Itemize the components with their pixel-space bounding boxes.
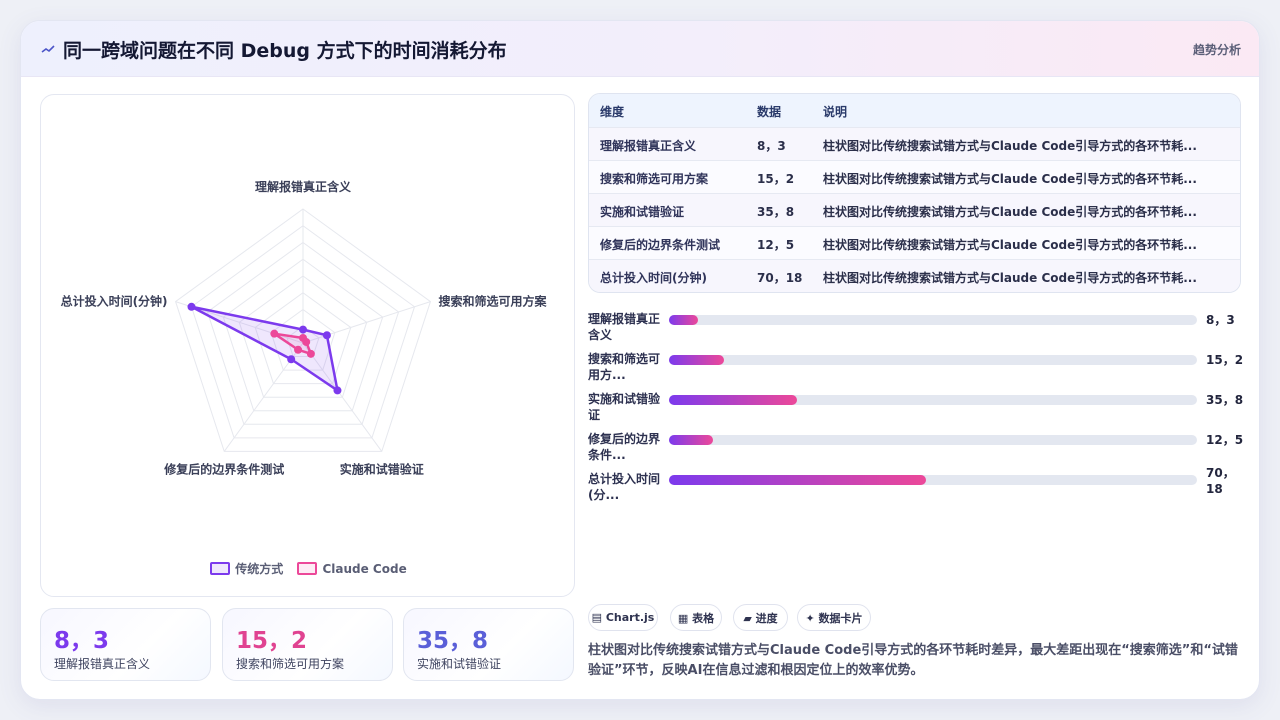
legend-label-traditional: 传统方式 — [235, 562, 284, 576]
progress-fill — [669, 315, 699, 325]
cell-dimension: 理解报错真正含义 — [600, 139, 697, 153]
legend-label-claude: Claude Code — [322, 561, 407, 576]
radar-point — [270, 329, 279, 338]
progress-track — [669, 315, 1197, 325]
radar-axis-label: 修复后的边界条件测试 — [163, 461, 284, 476]
cell-dimension: 修复后的边界条件测试 — [600, 238, 721, 252]
cell-data: 70，18 — [757, 271, 803, 285]
stat-label: 实施和试错验证 — [417, 657, 502, 671]
progress-fill — [669, 355, 724, 365]
radar-chart: 理解报错真正含义搜索和筛选可用方案实施和试错验证 修复后的边界条件测试 总计投入时间… — [61, 179, 548, 476]
tag-table[interactable]: ▦ 表格 — [670, 604, 722, 631]
col-header-note: 说明 — [823, 105, 848, 119]
dashboard-card: 同一跨域问题在不同 Debug 方式下的时间消耗分布 趋势分析 理解报错真正含义… — [20, 20, 1260, 700]
stat-label: 搜索和筛选可用方案 — [236, 657, 345, 671]
radar-point — [306, 349, 315, 358]
progress-row: 理解报错真正含义 8，3 — [588, 311, 1248, 347]
cell-data: 8，3 — [757, 139, 786, 153]
data-table: 维度 数据 说明 理解报错真正含义 8，3 柱状图对比传统搜索试错方式与Clau… — [588, 93, 1241, 293]
progress-value: 8，3 — [1206, 313, 1235, 327]
stat-card-2: 15，2 搜索和筛选可用方案 — [222, 608, 393, 681]
radar-point — [287, 355, 296, 364]
stat-label: 理解报错真正含义 — [54, 657, 151, 671]
table-row: 搜索和筛选可用方案 15，2 柱状图对比传统搜索试错方式与Claude Code… — [589, 160, 1240, 193]
stat-card-1: 8，3 理解报错真正含义 — [40, 608, 211, 681]
table-row: 修复后的边界条件测试 12，5 柱状图对比传统搜索试错方式与Claude Cod… — [589, 226, 1240, 259]
progress-fill — [669, 395, 798, 405]
cell-data: 35，8 — [757, 205, 795, 219]
progress-label: 修复后的边界条件... — [588, 432, 661, 462]
radar-point — [333, 386, 342, 395]
table-row: 实施和试错验证 35，8 柱状图对比传统搜索试错方式与Claude Code引导… — [589, 193, 1240, 226]
tag-progress[interactable]: ▰ 进度 — [733, 604, 788, 631]
progress-row: 实施和试错验证 35，8 — [588, 391, 1248, 427]
tag-data-card[interactable]: ✦ 数据卡片 — [797, 604, 871, 631]
col-header-data: 数据 — [757, 105, 782, 119]
progress-track — [669, 435, 1197, 445]
cell-note: 柱状图对比传统搜索试错方式与Claude Code引导方式的各环节耗... — [823, 271, 1197, 285]
col-header-dimension: 维度 — [600, 105, 625, 119]
cell-note: 柱状图对比传统搜索试错方式与Claude Code引导方式的各环节耗... — [823, 139, 1197, 153]
progress-row: 修复后的边界条件... 12，5 — [588, 431, 1248, 467]
cell-data: 15，2 — [757, 172, 795, 186]
header: 同一跨域问题在不同 Debug 方式下的时间消耗分布 趋势分析 — [21, 21, 1259, 77]
progress-row: 搜索和筛选可用方... 15，2 — [588, 351, 1248, 387]
radar-chart-panel: 理解报错真正含义搜索和筛选可用方案实施和试错验证 修复后的边界条件测试 总计投入时间… — [40, 94, 575, 597]
trend-icon — [41, 45, 55, 53]
progress-value: 15，2 — [1206, 353, 1244, 367]
stat-value: 35，8 — [417, 628, 489, 654]
progress-track — [669, 355, 1197, 365]
radar-point — [187, 302, 196, 311]
radar-point — [322, 331, 331, 340]
page-title: 同一跨域问题在不同 Debug 方式下的时间消耗分布 — [63, 40, 507, 62]
chart-description: 柱状图对比传统搜索试错方式与Claude Code引导方式的各环节耗时差异，最大… — [588, 643, 1238, 678]
progress-track — [669, 395, 1197, 405]
cell-data: 12，5 — [757, 238, 795, 252]
radar-axis-label: 理解报错真正含义 — [255, 179, 352, 194]
radar-point — [299, 325, 307, 334]
radar-series-area — [190, 305, 339, 392]
progress-track — [669, 475, 1197, 485]
progress-row: 总计投入时间(分... 70，18 — [588, 466, 1248, 507]
radar-axis-label: 搜索和筛选可用方案 — [438, 294, 547, 309]
progress-label: 搜索和筛选可用方... — [588, 352, 661, 382]
stat-value: 8，3 — [54, 628, 110, 654]
cell-dimension: 总计投入时间(分钟) — [600, 271, 707, 285]
stat-card-3: 35，8 实施和试错验证 — [403, 608, 574, 681]
cell-dimension: 实施和试错验证 — [600, 205, 685, 219]
cell-note: 柱状图对比传统搜索试错方式与Claude Code引导方式的各环节耗... — [823, 172, 1197, 186]
legend-swatch-traditional — [210, 562, 231, 575]
cell-dimension: 搜索和筛选可用方案 — [600, 172, 709, 186]
radar-axis-label: 总计投入时间(分钟) — [61, 294, 168, 309]
cell-note: 柱状图对比传统搜索试错方式与Claude Code引导方式的各环节耗... — [823, 205, 1197, 219]
legend-swatch-claude — [297, 562, 318, 575]
radar-point — [302, 337, 311, 346]
radar-axis-label: 实施和试错验证 — [340, 461, 424, 476]
progress-fill — [669, 435, 713, 445]
table-row: 总计投入时间(分钟) 70，18 柱状图对比传统搜索试错方式与Claude Co… — [589, 259, 1240, 292]
progress-fill — [669, 475, 926, 485]
progress-label: 总计投入时间(分... — [588, 472, 661, 502]
tag-chartjs[interactable]: ▤ Chart.js — [588, 604, 658, 631]
radar-point — [294, 345, 303, 354]
progress-value: 35，8 — [1206, 393, 1244, 407]
progress-value: 70，18 — [1206, 466, 1235, 496]
progress-value: 12，5 — [1206, 433, 1244, 447]
progress-label: 理解报错真正含义 — [588, 312, 661, 342]
stat-value: 15，2 — [236, 628, 308, 654]
table-header: 维度 数据 说明 — [589, 94, 1240, 127]
legend-item-traditional[interactable]: 传统方式 — [210, 560, 283, 577]
progress-label: 实施和试错验证 — [588, 392, 661, 422]
cell-note: 柱状图对比传统搜索试错方式与Claude Code引导方式的各环节耗... — [823, 238, 1197, 252]
legend-item-claude[interactable]: Claude Code — [297, 561, 407, 576]
table-row: 理解报错真正含义 8，3 柱状图对比传统搜索试错方式与Claude Code引导… — [589, 127, 1240, 160]
trend-analysis-link[interactable]: 趋势分析 — [1193, 41, 1241, 58]
chart-legend: 传统方式 Claude Code — [41, 560, 576, 578]
